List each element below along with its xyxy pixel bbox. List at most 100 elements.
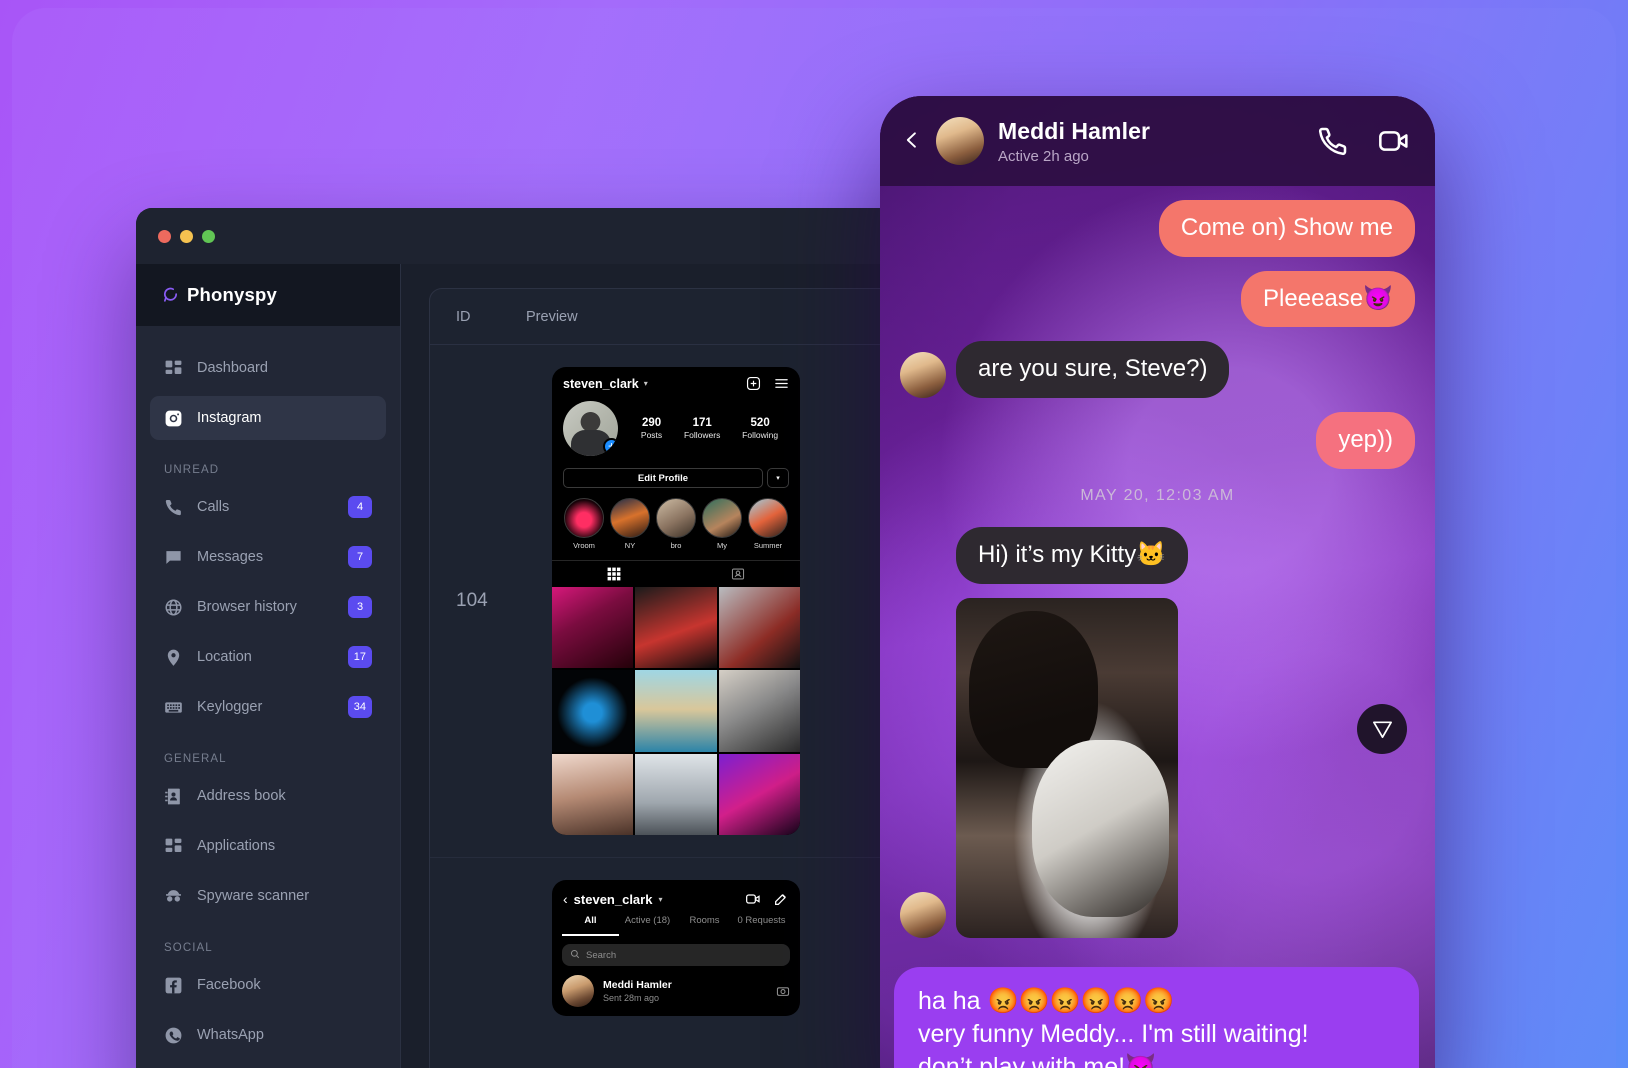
sidebar-item-label: Applications bbox=[197, 838, 276, 854]
video-camera-icon[interactable] bbox=[745, 891, 761, 907]
sidebar-section-social: SOCIAL bbox=[164, 942, 213, 954]
unread-badge: 4 bbox=[348, 496, 372, 518]
highlight-label: NY bbox=[624, 541, 636, 550]
sidebar-item-applications[interactable]: Applications bbox=[150, 824, 386, 868]
compose-pencil-icon[interactable] bbox=[773, 891, 789, 907]
contact-status: Active 2h ago bbox=[998, 147, 1089, 165]
message-bubble[interactable]: Hi) it’s my Kitty🐱 bbox=[956, 526, 1189, 584]
sidebar-item-location[interactable]: Location 17 bbox=[150, 635, 386, 679]
sidebar-item-calls[interactable]: Calls 4 bbox=[150, 485, 386, 529]
close-window-button[interactable] bbox=[158, 229, 171, 243]
chevron-down-icon[interactable]: ▾ bbox=[644, 379, 648, 388]
highlight-cover bbox=[564, 498, 604, 538]
zoom-window-button[interactable] bbox=[202, 229, 215, 243]
stat-label: Following bbox=[742, 430, 779, 440]
instagram-icon bbox=[164, 409, 183, 428]
sidebar-item-label: Instagram bbox=[197, 410, 262, 426]
grid-photo[interactable] bbox=[635, 670, 717, 752]
sidebar-item-browser-history[interactable]: Browser history 3 bbox=[150, 585, 386, 629]
applications-grid-icon bbox=[164, 837, 183, 856]
tab-rooms[interactable]: Rooms bbox=[676, 915, 733, 936]
message-bubble[interactable]: yep)) bbox=[1316, 412, 1415, 469]
avatar bbox=[900, 352, 946, 399]
sidebar-item-keylogger[interactable]: Keylogger 34 bbox=[150, 685, 386, 729]
unread-badge: 7 bbox=[348, 546, 372, 568]
sidebar-item-label: Browser history bbox=[197, 599, 297, 615]
stat-value: 290 bbox=[641, 417, 662, 429]
sidebar-item-messages[interactable]: Messages 7 bbox=[150, 535, 386, 579]
stat-label: Followers bbox=[683, 430, 721, 440]
highlight-label: Summer bbox=[753, 541, 783, 550]
avatar bbox=[562, 975, 594, 1008]
chevron-left-icon[interactable] bbox=[902, 130, 922, 152]
highlight-item[interactable]: bro bbox=[655, 498, 697, 550]
sidebar-item-label: Calls bbox=[197, 499, 230, 515]
message-bubble[interactable]: Come on) Show me bbox=[1158, 200, 1415, 257]
message-bubble[interactable]: ha ha 😡😡😡😡😡😡 very funny Meddy... I'm sti… bbox=[894, 967, 1419, 1068]
stat-label: Posts bbox=[640, 430, 663, 440]
grid-photo[interactable] bbox=[635, 587, 717, 669]
grid-photo[interactable] bbox=[552, 753, 634, 836]
tab-all[interactable]: All bbox=[562, 915, 619, 937]
grid-photo[interactable] bbox=[552, 587, 634, 669]
avatar[interactable] bbox=[936, 117, 984, 165]
highlight-item[interactable]: My bbox=[701, 498, 743, 550]
avatar[interactable]: + bbox=[563, 401, 618, 456]
message-bubble[interactable]: Pleeease😈 bbox=[1241, 270, 1415, 328]
stat-following[interactable]: 520 Following bbox=[742, 417, 778, 440]
photo-message[interactable] bbox=[956, 597, 1178, 938]
minimize-window-button[interactable] bbox=[180, 229, 193, 243]
sidebar-item-whatsapp[interactable]: WhatsApp bbox=[150, 1013, 386, 1057]
sidebar-item-dashboard[interactable]: Dashboard bbox=[150, 346, 386, 390]
sidebar-item-address-book[interactable]: Address book bbox=[150, 774, 386, 818]
search-icon bbox=[570, 949, 580, 962]
highlight-label: My bbox=[717, 541, 727, 550]
add-post-icon[interactable] bbox=[746, 376, 761, 391]
messenger-tabs: All Active (18) Rooms 0 Requests bbox=[552, 915, 800, 937]
chevron-down-icon[interactable]: ▾ bbox=[658, 895, 662, 904]
chat-bubble-logo-icon bbox=[162, 286, 179, 305]
phone-call-icon[interactable] bbox=[1317, 125, 1349, 157]
list-item[interactable]: Meddi Hamler Sent 28m ago bbox=[552, 966, 800, 1016]
tab-active[interactable]: Active (18) bbox=[619, 915, 676, 936]
add-story-icon[interactable]: + bbox=[603, 438, 618, 455]
message-line: ha ha 😡😡😡😡😡😡 bbox=[918, 987, 1175, 1015]
sidebar-item-facebook[interactable]: Facebook bbox=[150, 963, 386, 1007]
chat-header: Meddi Hamler Active 2h ago bbox=[880, 96, 1435, 186]
highlight-item[interactable]: NY bbox=[609, 498, 651, 550]
grid-tab-icon[interactable] bbox=[552, 561, 676, 587]
sidebar-item-spyware-scanner[interactable]: Spyware scanner bbox=[150, 874, 386, 918]
send-paper-plane-icon[interactable] bbox=[1357, 704, 1407, 754]
highlight-item[interactable]: Vroom bbox=[563, 498, 605, 550]
keyboard-icon bbox=[164, 698, 183, 717]
grid-photo[interactable] bbox=[718, 587, 800, 669]
instagram-preview-topbar: steven_clark ▾ bbox=[552, 367, 800, 397]
hamburger-menu-icon[interactable] bbox=[774, 376, 789, 391]
instagram-username: steven_clark bbox=[563, 376, 639, 391]
highlight-cover bbox=[748, 498, 788, 538]
grid-photo[interactable] bbox=[635, 753, 717, 836]
sidebar-section-general: GENERAL bbox=[164, 753, 227, 765]
grid-photo[interactable] bbox=[718, 753, 800, 836]
instagram-stats-row: + 290 Posts 171 Followers 520 Following bbox=[552, 397, 800, 456]
tagged-tab-icon[interactable] bbox=[676, 561, 800, 587]
video-camera-icon[interactable] bbox=[1377, 125, 1409, 157]
edit-profile-button[interactable]: Edit Profile bbox=[563, 468, 763, 488]
chat-messages: Come on) Show me Pleeease😈 are you sure,… bbox=[880, 186, 1435, 1068]
sidebar-item-instagram[interactable]: Instagram bbox=[150, 396, 386, 440]
search-placeholder: Search bbox=[586, 949, 617, 961]
grid-photo[interactable] bbox=[552, 670, 634, 752]
sidebar-item-line[interactable]: Line bbox=[150, 1063, 386, 1068]
highlight-item[interactable]: Summer bbox=[747, 498, 789, 550]
instagram-profile-preview: steven_clark ▾ + 290 Posts 171 Followers… bbox=[552, 367, 800, 836]
row-id: 104 bbox=[456, 590, 488, 612]
chevron-down-icon[interactable]: ▾ bbox=[767, 468, 789, 488]
tab-requests[interactable]: 0 Requests bbox=[733, 915, 790, 936]
chevron-left-icon[interactable]: ‹ bbox=[563, 891, 568, 907]
camera-icon[interactable] bbox=[776, 984, 790, 998]
search-input[interactable]: Search bbox=[562, 944, 790, 967]
stat-value: 171 bbox=[692, 417, 712, 429]
message-bubble[interactable]: are you sure, Steve?) bbox=[956, 341, 1230, 399]
grid-photo[interactable] bbox=[718, 670, 800, 752]
stat-followers[interactable]: 171 Followers bbox=[684, 417, 720, 440]
